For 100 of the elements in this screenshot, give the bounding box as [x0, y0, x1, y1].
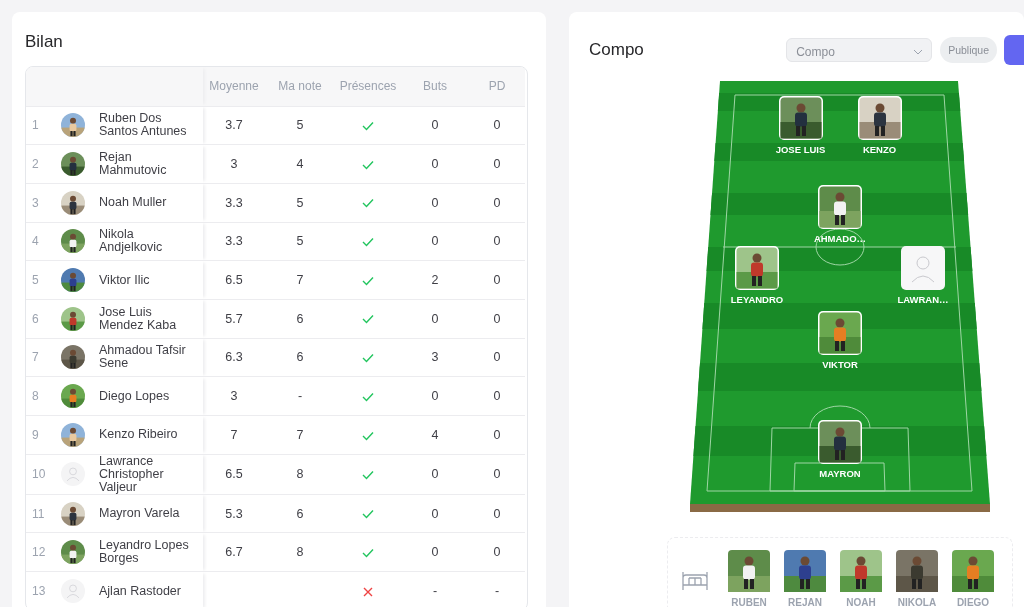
player-label: LAWRAN…	[897, 294, 949, 306]
rating-value: -	[297, 389, 303, 404]
rank-number: 4	[32, 234, 39, 249]
average-value: 3.3	[225, 195, 243, 210]
rating-value: 6	[296, 350, 304, 365]
player-name: Mayron Varela	[99, 506, 180, 521]
player-name: Ajlan Rastoder	[99, 583, 181, 598]
pd-value: 0	[493, 118, 501, 133]
rank-number: 12	[32, 545, 46, 560]
rank-number: 9	[32, 427, 39, 442]
average-value: 6.7	[225, 545, 243, 560]
rank-number: 1	[32, 118, 39, 133]
player-name: Kenzo Ribeiro	[99, 427, 178, 442]
rank-number: 3	[32, 195, 39, 210]
player-name: Ahmadou Tafsir Sene	[99, 343, 186, 371]
rank-number: 10	[32, 467, 46, 482]
player-name: Ruben Dos Santos Antunes	[99, 111, 187, 139]
player-name: Noah Muller	[99, 195, 167, 210]
player-name: Rejan Mahmutovic	[99, 150, 167, 178]
goals-value: 0	[431, 467, 439, 482]
pd-value: 0	[493, 350, 501, 365]
player-name: Viktor Ilic	[99, 272, 150, 287]
average-value: 6.3	[225, 350, 243, 365]
average-value: 5.3	[225, 506, 243, 521]
player-name: Diego Lopes	[99, 388, 170, 403]
goals-value: -	[432, 584, 438, 599]
rating-value: 4	[296, 157, 304, 172]
rating-value: 7	[296, 273, 304, 288]
pd-value: 0	[493, 389, 501, 404]
goals-value: 0	[431, 157, 439, 172]
column-header[interactable]: Ma note	[278, 79, 322, 94]
average-value: 6.5	[225, 273, 243, 288]
player-label: NIKOLA	[897, 597, 937, 607]
goals-value: 4	[431, 427, 439, 442]
rating-value: 8	[296, 545, 304, 560]
player-name: Leyandro Lopes Borges	[99, 538, 189, 566]
rank-number: 2	[32, 157, 39, 172]
lineup-select[interactable]: Compo	[786, 38, 933, 62]
rating-value: 5	[296, 234, 304, 249]
goals-value: 0	[431, 234, 439, 249]
player-label: LEYANDRO	[730, 294, 784, 306]
column-header[interactable]: Moyenne	[209, 79, 259, 94]
rating-value: 5	[296, 118, 304, 133]
player-label: AHMADO…	[813, 233, 867, 245]
player-name: Jose Luis Mendez Kaba	[99, 304, 177, 332]
average-value: 3.3	[225, 234, 243, 249]
rank-number: 7	[32, 350, 39, 365]
pd-value: 0	[493, 427, 501, 442]
player-label: VIKTOR	[822, 359, 858, 371]
goals-value: 0	[431, 545, 439, 560]
goals-value: 0	[431, 195, 439, 210]
rating-value: 8	[296, 467, 304, 482]
rank-number: 5	[32, 273, 39, 288]
average-value: 5.7	[225, 311, 243, 326]
pd-value: 0	[493, 545, 501, 560]
goals-value: 0	[431, 389, 439, 404]
chevron-icon	[913, 48, 924, 55]
section-title: Bilan	[25, 32, 64, 52]
section-title: Compo	[589, 40, 645, 60]
goals-value: 0	[431, 311, 439, 326]
rank-number: 11	[32, 506, 45, 521]
goals-value: 3	[431, 350, 439, 365]
player-label: KENZO	[862, 144, 897, 156]
player-label: NOAH	[846, 597, 876, 607]
average-value: 3.7	[225, 118, 243, 133]
rank-number: 6	[32, 311, 39, 326]
rating-value: 6	[296, 506, 304, 521]
average-value: 6.5	[225, 467, 243, 482]
goals-value: 0	[431, 118, 439, 133]
player-label: DIEGO	[956, 597, 990, 607]
pd-value: 0	[493, 467, 501, 482]
bed-icon	[681, 570, 709, 592]
player-name: Nikola Andjelkovic	[99, 227, 163, 255]
visibility-button[interactable]: Publique	[940, 37, 997, 63]
action-button[interactable]	[1004, 35, 1024, 65]
player-name: Lawrance Christopher Valjeur	[99, 453, 164, 494]
rating-value: 6	[296, 311, 304, 326]
player-label: REJAN	[788, 597, 822, 607]
pd-value: 0	[493, 311, 501, 326]
pd-value: 0	[493, 234, 501, 249]
average-value: 7	[230, 427, 238, 442]
rank-number: 13	[32, 584, 46, 599]
column-header[interactable]: Présences	[339, 79, 397, 94]
pd-value: 0	[493, 506, 501, 521]
average-value: 3	[230, 157, 238, 172]
pd-value: -	[494, 584, 500, 599]
goals-value: 2	[431, 273, 439, 288]
pd-value: 0	[493, 273, 501, 288]
rank-number: 8	[32, 389, 39, 404]
pd-value: 0	[493, 157, 501, 172]
player-label: RUBEN	[731, 597, 767, 607]
player-label: JOSE LUIS	[775, 144, 826, 156]
column-header[interactable]: PD	[488, 79, 506, 94]
rating-value: 7	[296, 427, 304, 442]
goals-value: 0	[431, 506, 439, 521]
rating-value: 5	[296, 195, 304, 210]
column-header[interactable]: Buts	[423, 79, 447, 94]
player-label: MAYRON	[819, 468, 861, 480]
pd-value: 0	[493, 195, 501, 210]
average-value: 3	[230, 389, 238, 404]
